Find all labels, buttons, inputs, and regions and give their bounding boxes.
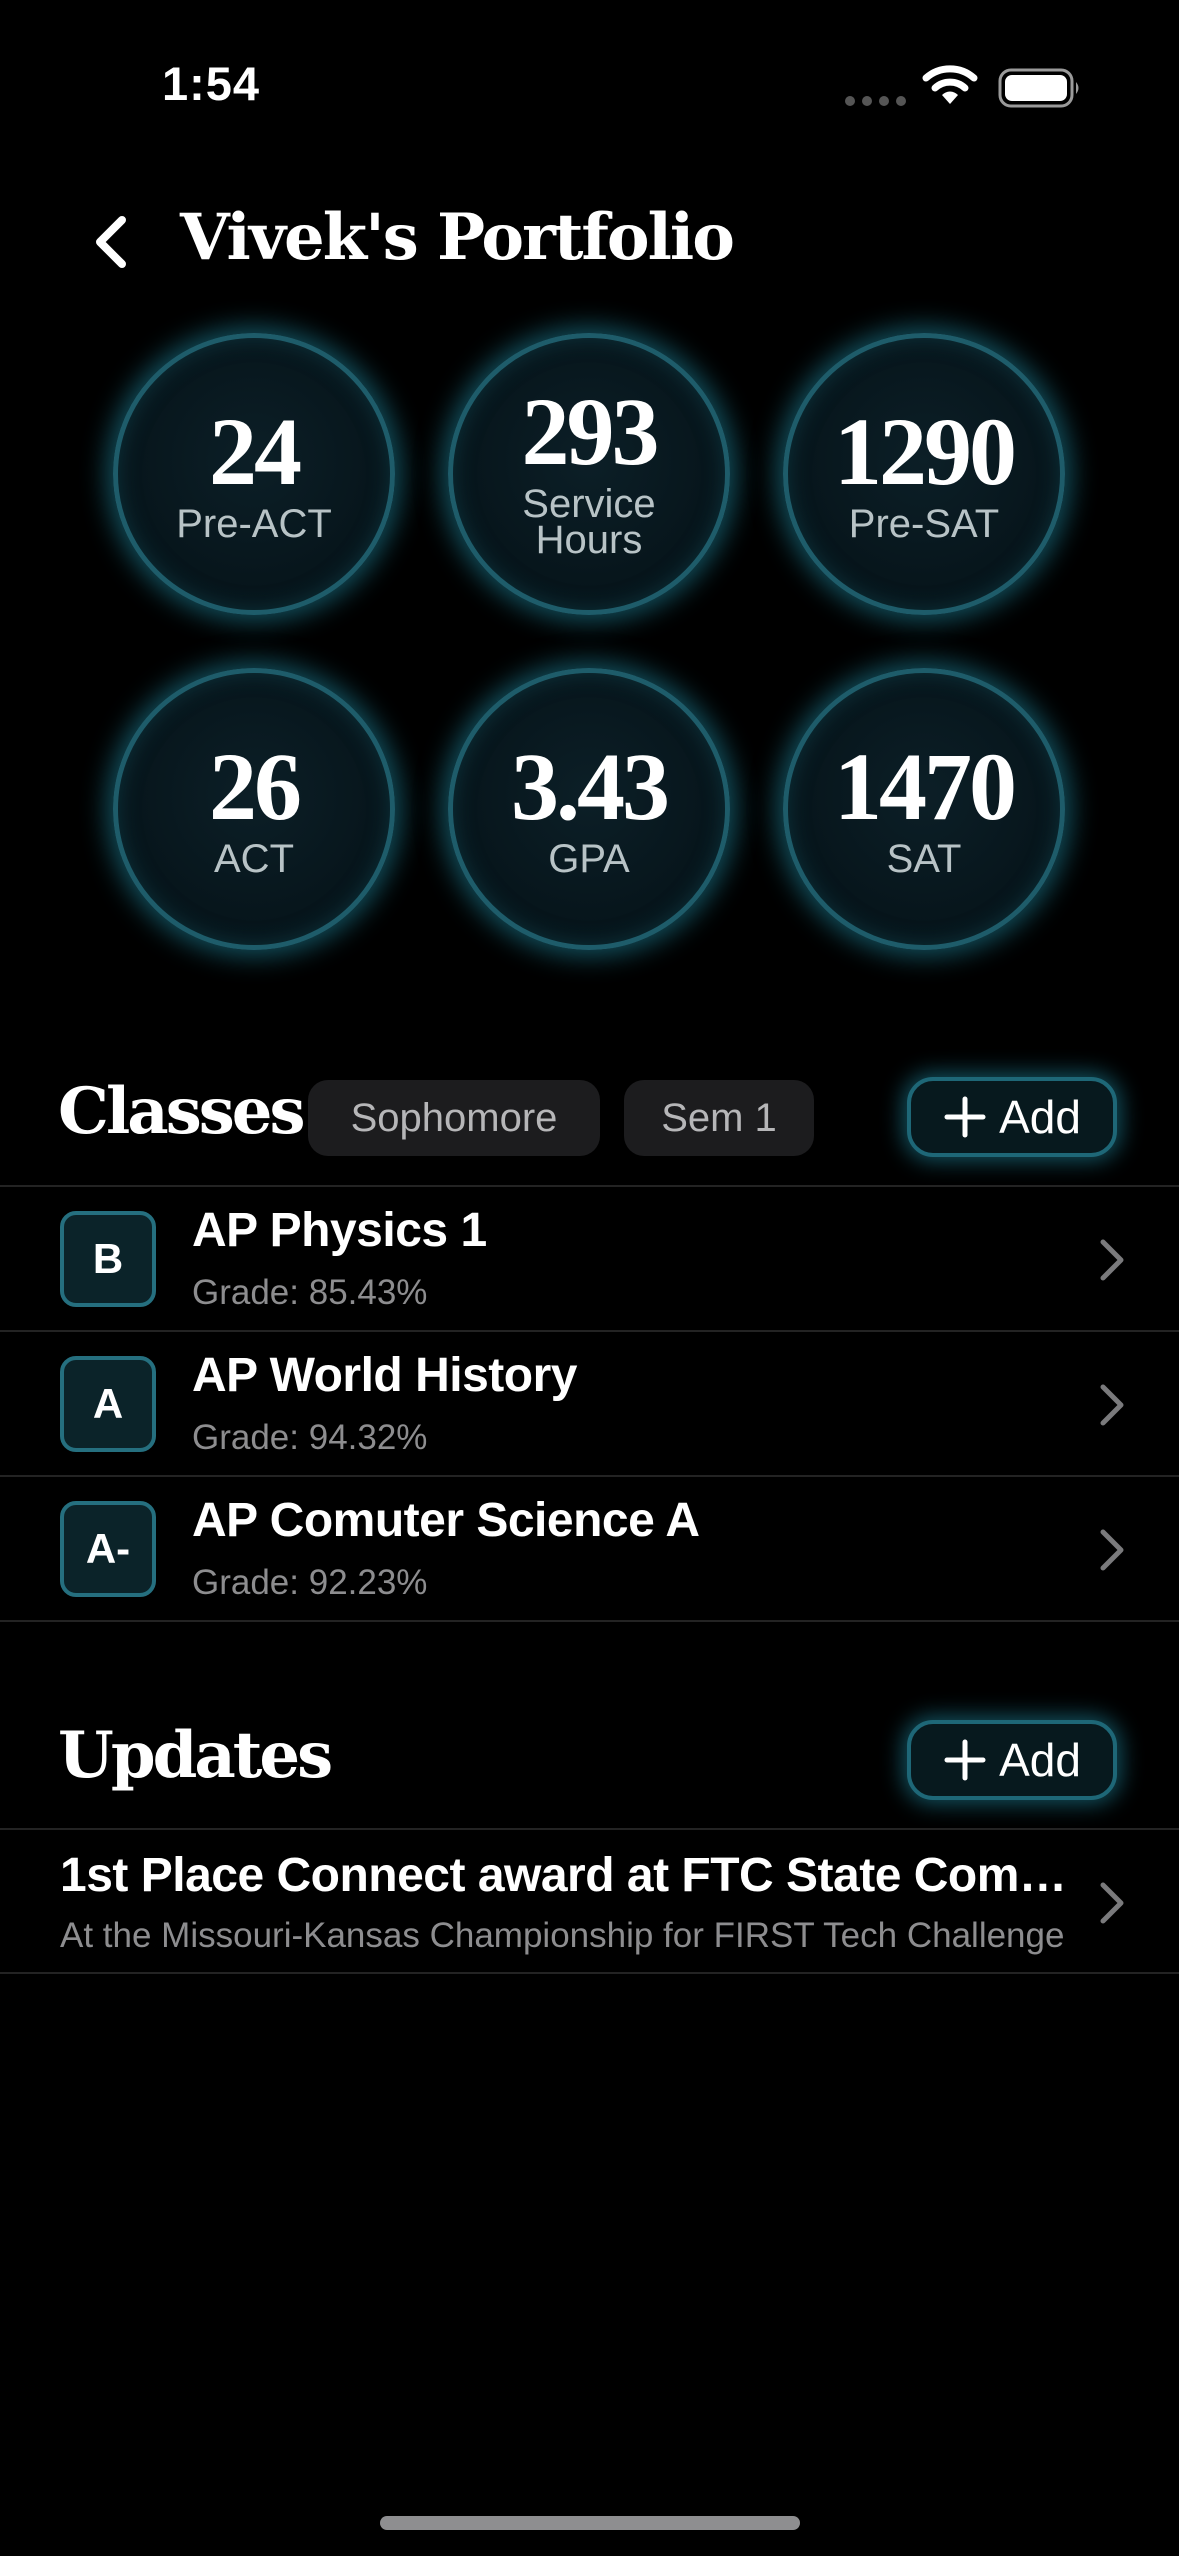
class-row[interactable]: B AP Physics 1 Grade: 85.43% [0, 1187, 1179, 1331]
class-grade: Grade: 94.32% [192, 1418, 428, 1457]
chevron-right-icon [1100, 1882, 1124, 1924]
stat-value: 293 [521, 378, 660, 485]
stat-label: Pre-ACT [176, 502, 332, 546]
add-update-label: Add [999, 1734, 1081, 1786]
home-indicator[interactable] [380, 2516, 800, 2530]
updates-heading: Updates [58, 1718, 333, 1793]
battery-icon [998, 68, 1079, 108]
add-class-label: Add [999, 1091, 1081, 1143]
grade-badge: A- [60, 1501, 156, 1597]
stat-gpa: 3.43 GPA [448, 668, 730, 950]
stat-value: 1290 [834, 398, 1017, 505]
add-class-button[interactable]: Add [907, 1077, 1117, 1157]
stat-label: SAT [886, 837, 962, 881]
back-chevron-icon[interactable] [88, 212, 138, 272]
stat-label: GPA [548, 837, 630, 881]
semester-filter-chip[interactable]: Sem 1 [624, 1080, 814, 1156]
update-detail: At the Missouri-Kansas Championship for … [60, 1916, 1065, 1955]
update-row[interactable]: 1st Place Connect award at FTC State Com… [0, 1830, 1179, 1974]
chevron-right-icon [1100, 1239, 1124, 1281]
grade-badge: B [60, 1211, 156, 1307]
update-title: 1st Place Connect award at FTC State Com… [60, 1849, 1090, 1902]
chevron-right-icon [1100, 1384, 1124, 1426]
class-row[interactable]: A AP World History Grade: 94.32% [0, 1332, 1179, 1476]
chevron-right-icon [1100, 1529, 1124, 1571]
wifi-icon [922, 65, 978, 104]
stat-sat: 1470 SAT [783, 668, 1065, 950]
stat-service-hours: 293 Service Hours [448, 333, 730, 615]
stat-label: ACT [214, 837, 294, 881]
stat-value: 24 [209, 398, 302, 505]
divider [0, 1620, 1179, 1622]
stat-value: 1470 [834, 733, 1017, 840]
stat-pre-act: 24 Pre-ACT [113, 333, 395, 615]
status-time: 1:54 [162, 57, 261, 110]
class-grade: Grade: 92.23% [192, 1563, 428, 1602]
status-bar: 1:54 [0, 0, 1179, 150]
stat-label: Pre-SAT [848, 502, 1000, 546]
class-row[interactable]: A- AP Comuter Science A Grade: 92.23% [0, 1477, 1179, 1621]
cellular-signal-icon [845, 96, 906, 106]
grade-badge: A [60, 1356, 156, 1452]
class-name: AP Physics 1 [192, 1204, 487, 1257]
plus-icon [944, 1739, 986, 1781]
classes-heading: Classes [58, 1074, 306, 1149]
stat-label: Service Hours [522, 482, 656, 562]
class-name: AP World History [192, 1349, 577, 1402]
plus-icon [944, 1096, 986, 1138]
page-title: Vivek's Portfolio [180, 200, 735, 275]
stat-act: 26 ACT [113, 668, 395, 950]
add-update-button[interactable]: Add [907, 1720, 1117, 1800]
class-grade: Grade: 85.43% [192, 1273, 428, 1312]
divider [0, 1972, 1179, 1974]
stat-pre-sat: 1290 Pre-SAT [783, 333, 1065, 615]
year-filter-chip[interactable]: Sophomore [308, 1080, 600, 1156]
stat-value: 3.43 [511, 733, 670, 840]
class-name: AP Comuter Science A [192, 1494, 700, 1547]
stat-value: 26 [209, 733, 302, 840]
